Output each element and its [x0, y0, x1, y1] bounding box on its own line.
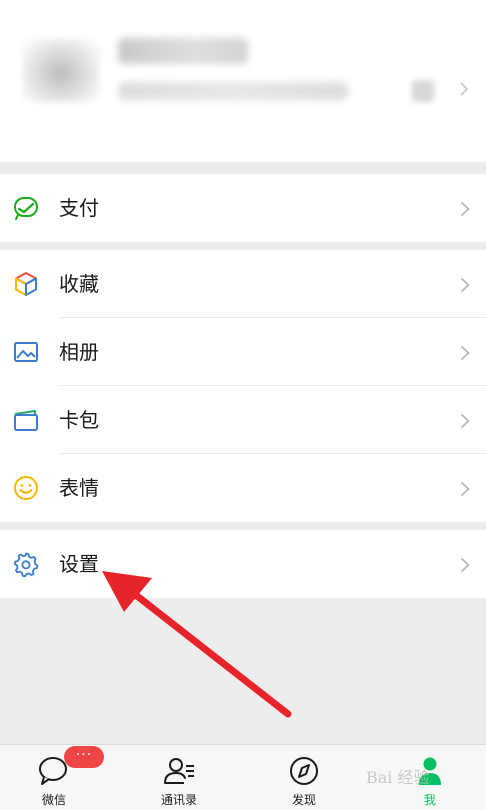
menu-item-label: 表情 [59, 476, 99, 500]
tab-contacts[interactable]: 通讯录 [129, 745, 229, 810]
profile-header[interactable] [0, 0, 486, 162]
tab-discover[interactable]: 发现 [254, 745, 354, 810]
tab-label: 我 [423, 793, 436, 807]
gear-icon [13, 552, 39, 577]
tab-label: 微信 [41, 793, 66, 807]
chevron-right-icon [460, 481, 470, 497]
chevron-right-icon [460, 82, 468, 96]
profile-id-blurred [118, 82, 348, 100]
chevron-right-icon [460, 557, 470, 573]
menu-item-favorites[interactable]: 收藏 [0, 250, 486, 318]
menu-item-label: 设置 [59, 552, 99, 576]
chevron-right-icon [460, 413, 470, 429]
menu-item-label: 支付 [59, 196, 99, 220]
menu-item-stickers[interactable]: 表情 [0, 454, 486, 522]
chevron-right-icon [460, 345, 470, 361]
smiley-icon [14, 476, 38, 500]
chevron-right-icon [460, 201, 470, 217]
menu-item-pay[interactable]: 支付 [0, 174, 486, 242]
watermark: Bai 经验 [366, 768, 430, 787]
image-icon [14, 342, 38, 362]
settings-group: 设置 [0, 530, 486, 598]
card-wallet-icon [14, 410, 38, 431]
tab-label: 通讯录 [160, 793, 197, 807]
tab-label: 发现 [291, 793, 316, 807]
pay-group: 支付 [0, 174, 486, 242]
features-group: 收藏 相册 卡包 表情 [0, 250, 486, 522]
profile-name-blurred [118, 38, 248, 64]
menu-item-label: 卡包 [59, 408, 99, 432]
menu-item-settings[interactable]: 设置 [0, 530, 486, 598]
compass-icon [290, 757, 318, 785]
menu-item-album[interactable]: 相册 [0, 318, 486, 386]
menu-item-label: 相册 [59, 340, 99, 364]
contacts-icon [164, 758, 194, 784]
menu-item-label: 收藏 [59, 272, 99, 296]
unread-badge: ··· [64, 746, 104, 768]
chevron-right-icon [460, 277, 470, 293]
qr-code-icon[interactable] [412, 80, 434, 102]
wallet-check-icon [14, 197, 38, 220]
cube-icon [15, 272, 37, 296]
avatar[interactable] [22, 38, 100, 102]
menu-item-cards[interactable]: 卡包 [0, 386, 486, 454]
